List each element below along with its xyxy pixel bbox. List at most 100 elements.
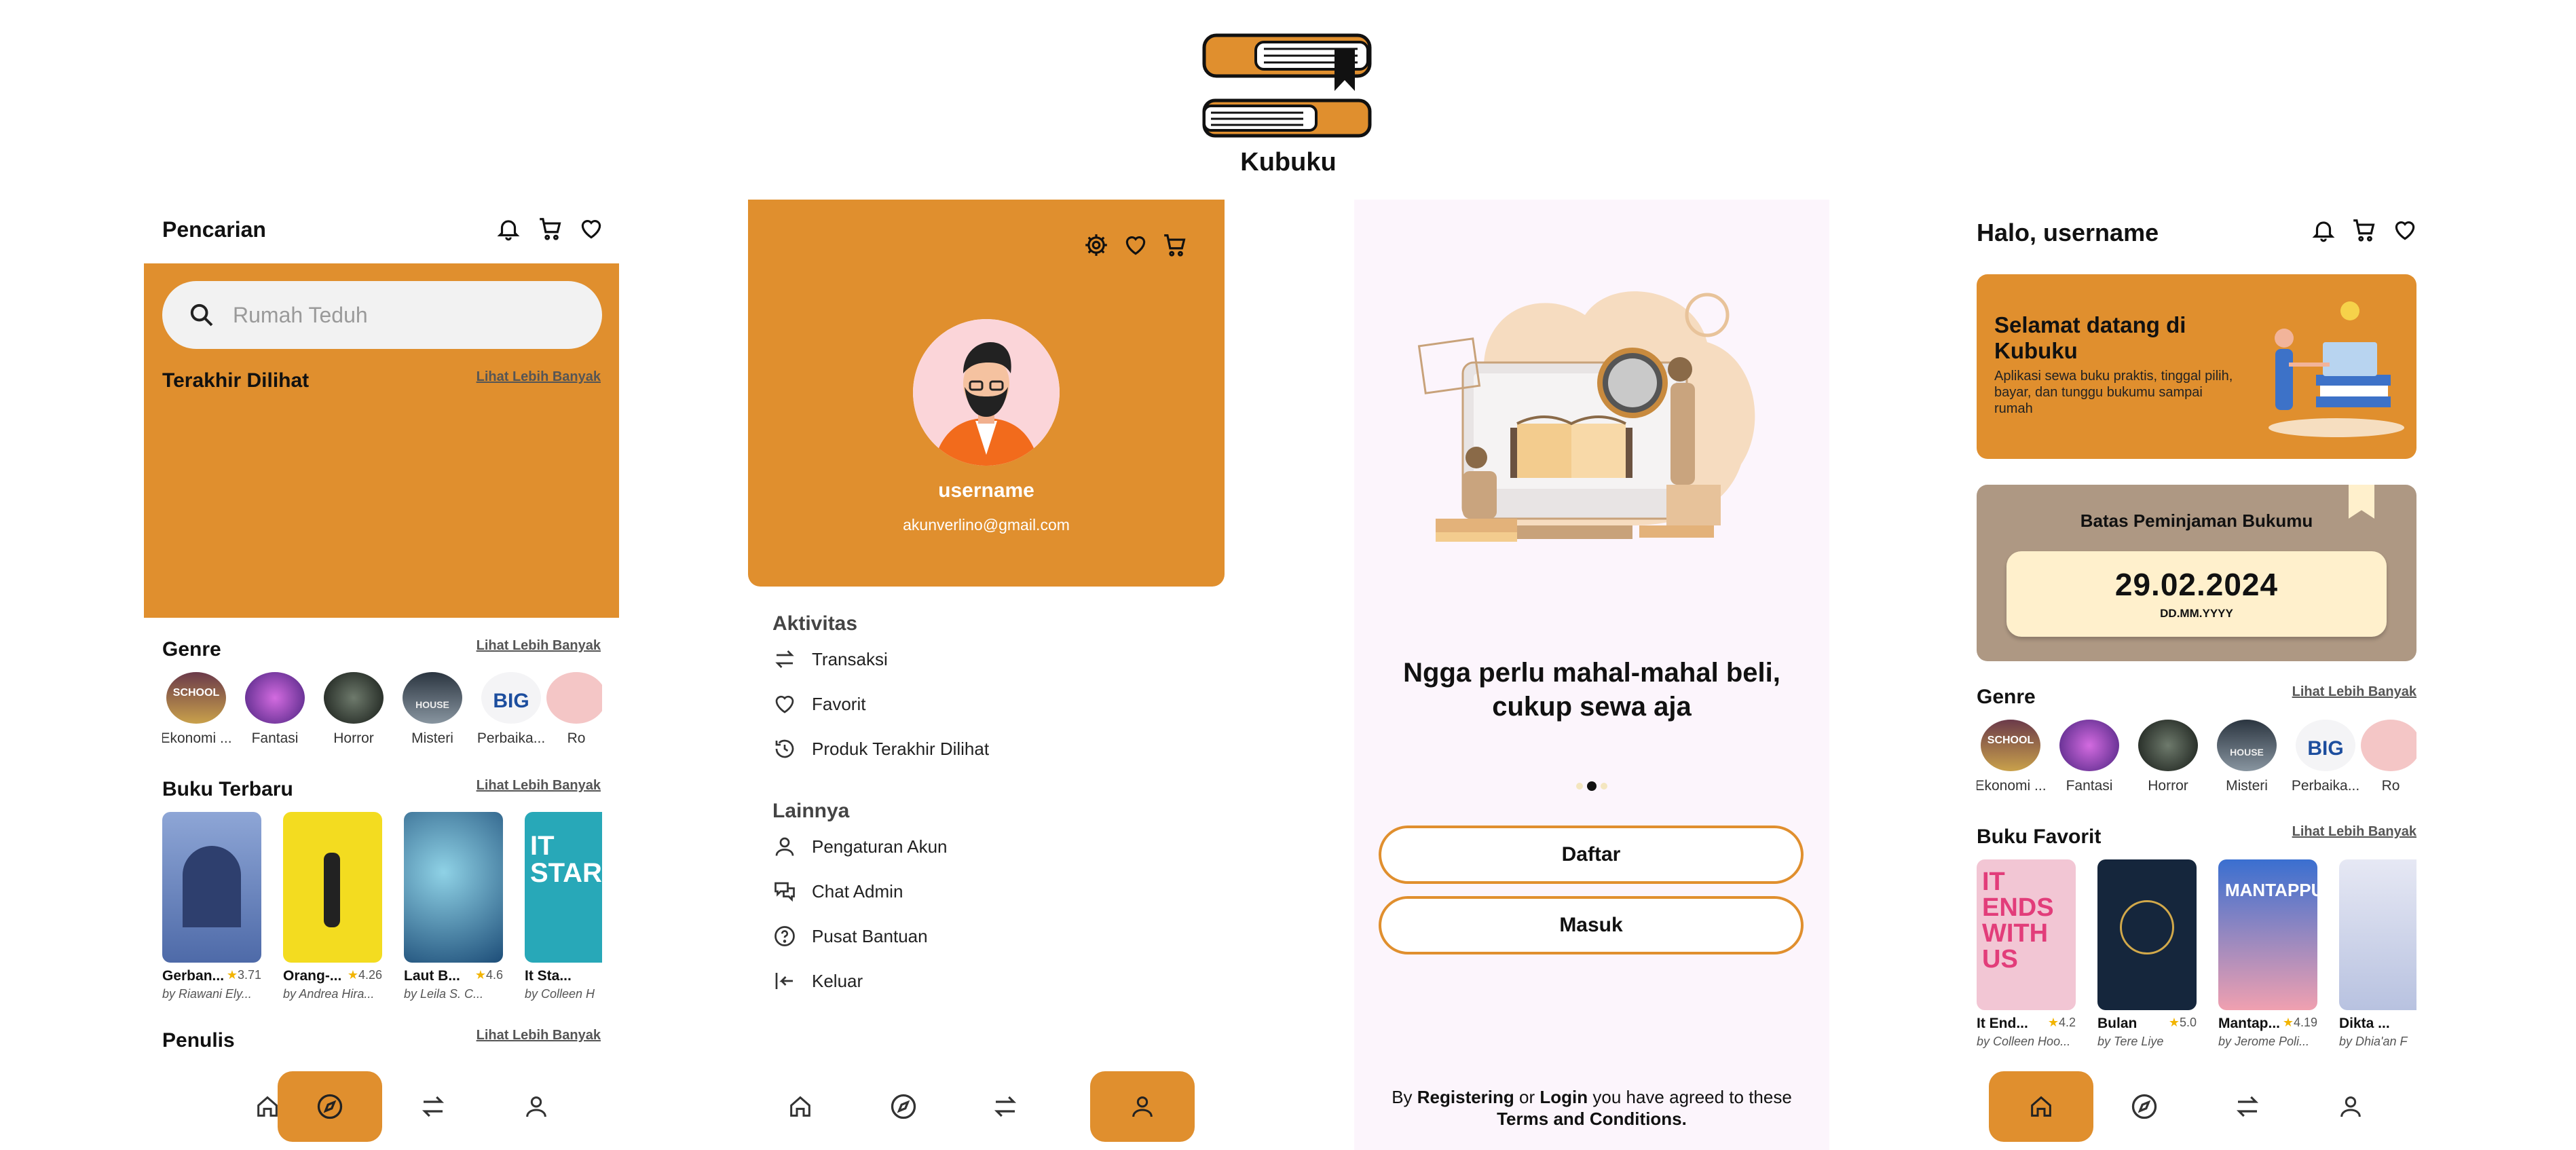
genre-thumb: BIG (481, 672, 541, 724)
cart-icon[interactable] (2351, 217, 2377, 243)
genre-label: Misteri (411, 730, 453, 746)
headline-line-2: cukup sewa aja (1492, 692, 1692, 722)
heart-icon[interactable] (2392, 217, 2418, 243)
genre-thumb: SCHOOL (1981, 720, 2040, 771)
genre-more-link[interactable]: Lihat Lebih Banyak (477, 638, 601, 654)
explore-icon[interactable] (2092, 1071, 2197, 1142)
profile-icon[interactable] (484, 1071, 589, 1142)
book-rating: 5.0 (2179, 1016, 2197, 1029)
bottom-nav (144, 1066, 619, 1142)
terms-login-link[interactable]: Login (1539, 1087, 1588, 1107)
book-author: by Riawani Ely... (162, 987, 252, 1001)
book-title: Mantap... (2218, 1016, 2281, 1031)
book-card[interactable]: Gerban... ★3.71 by Riawani Ely... (162, 812, 261, 1009)
book-title: It Sta... (525, 968, 572, 984)
menu-produk-terakhir[interactable]: Produk Terakhir Dilihat (772, 726, 1207, 771)
genre-item[interactable]: SCHOOL Ekonomi ... (1977, 720, 2047, 794)
profile-icon[interactable] (1090, 1071, 1195, 1142)
genre-item[interactable]: Ro (546, 672, 602, 747)
bell-icon[interactable] (2311, 217, 2336, 243)
writers-more-link[interactable]: Lihat Lebih Banyak (477, 1028, 601, 1043)
headline-line-1: Ngga perlu mahal-mahal beli, (1403, 658, 1780, 688)
genre-item[interactable]: HOUSE Misteri (2213, 720, 2281, 794)
register-button[interactable]: Daftar (1379, 826, 1804, 884)
book-card[interactable]: Orang-... ★4.26 by Andrea Hira... (283, 812, 382, 1009)
book-card[interactable]: Laut B... ★4.6 by Leila S. C... (404, 812, 503, 1009)
terms-conditions-link[interactable]: Terms and Conditions. (1497, 1109, 1687, 1129)
book-author: by Colleen Hoo... (1977, 1035, 2071, 1048)
book-card[interactable]: IT ENDS WITH US It End... ★4.2 by Colleen Ho… (1977, 859, 2076, 1056)
genre-item[interactable]: SCHOOL Ekonomi ... (162, 672, 232, 747)
menu-chat-admin[interactable]: Chat Admin (772, 869, 1207, 914)
recent-more-link[interactable]: Lihat Lebih Banyak (477, 369, 601, 385)
welcome-title-line-2: Kubuku (1994, 338, 2078, 363)
genre-label: Misteri (2226, 778, 2268, 794)
bell-icon[interactable] (496, 216, 521, 242)
book-card[interactable]: Bulan ★5.0 by Tere Liye (2097, 859, 2197, 1056)
explore-icon[interactable] (851, 1071, 956, 1142)
genre-item[interactable]: Ro (2361, 720, 2416, 794)
fav-books-more-link[interactable]: Lihat Lebih Banyak (2292, 824, 2416, 840)
search-input[interactable]: Rumah Teduh (233, 303, 368, 328)
heart-icon[interactable] (1123, 232, 1149, 258)
history-icon (772, 737, 797, 761)
explore-icon[interactable] (278, 1071, 382, 1142)
genre-item[interactable]: HOUSE Misteri (398, 672, 466, 747)
book-cover (404, 812, 503, 963)
logout-icon (772, 969, 797, 993)
fav-books-title: Buku Favorit (1977, 826, 2102, 848)
menu-label: Pusat Bantuan (812, 925, 928, 946)
search-screen: Pencarian Rumah Teduh Terakhir Dilihat L… (144, 204, 619, 1150)
bottom-nav (1962, 1066, 2437, 1142)
menu-transaksi[interactable]: Transaksi (772, 637, 1207, 682)
genre-item[interactable]: Horror (2134, 720, 2202, 794)
genre-thumb (324, 672, 384, 724)
login-button[interactable]: Masuk (1379, 896, 1804, 954)
activity-title: Aktivitas (772, 612, 858, 635)
home-icon[interactable] (748, 1071, 853, 1142)
recent-title: Terakhir Dilihat (162, 369, 310, 392)
profile-username: username (938, 479, 1034, 502)
menu-keluar[interactable]: Keluar (772, 959, 1207, 1003)
book-rating: 4.19 (2293, 1016, 2317, 1029)
home-icon[interactable] (1989, 1071, 2093, 1142)
menu-label: Favorit (812, 693, 866, 714)
genre-label: Fantasi (251, 730, 299, 746)
terms-registering-link[interactable]: Registering (1417, 1087, 1514, 1107)
genre-item[interactable]: Fantasi (2055, 720, 2123, 794)
genre-label: Ekonomi ... (1977, 778, 2047, 794)
menu-label: Keluar (812, 970, 863, 991)
search-icon (188, 301, 215, 329)
transfer-icon[interactable] (381, 1071, 485, 1142)
book-card[interactable]: Dikta ...★ by Dhia'an F (2339, 859, 2416, 1056)
genre-item[interactable]: BIG Perbaika... (2292, 720, 2359, 794)
genre-item[interactable]: BIG Perbaika... (477, 672, 545, 747)
other-section: Lainnya Pengaturan Akun Chat Admin Pusat… (772, 800, 1207, 1003)
genre-more-link[interactable]: Lihat Lebih Banyak (2292, 684, 2416, 700)
menu-favorit[interactable]: Favorit (772, 682, 1207, 726)
book-author: by Leila S. C... (404, 987, 484, 1001)
genre-item[interactable]: Fantasi (241, 672, 309, 747)
genre-item[interactable]: Horror (320, 672, 388, 747)
book-title: It End... (1977, 1016, 2028, 1031)
menu-pengaturan-akun[interactable]: Pengaturan Akun (772, 824, 1207, 869)
profile-email: akunverlino@gmail.com (903, 516, 1070, 534)
profile-screen: username akunverlino@gmail.com Aktivitas… (748, 200, 1225, 1150)
settings-icon[interactable] (1083, 232, 1109, 258)
heart-icon[interactable] (578, 216, 604, 242)
genre-list: SCHOOL Ekonomi ... Fantasi Horror HOUSE Mi… (162, 672, 602, 747)
menu-pusat-bantuan[interactable]: Pusat Bantuan (772, 914, 1207, 959)
new-books-more-link[interactable]: Lihat Lebih Banyak (477, 778, 601, 794)
cart-icon[interactable] (1162, 232, 1188, 258)
page-dot-active (1587, 781, 1597, 791)
cart-icon[interactable] (538, 216, 563, 242)
genre-list: SCHOOL Ekonomi ... Fantasi Horror HOUSE Mi… (1977, 720, 2416, 794)
transfer-icon[interactable] (953, 1071, 1058, 1142)
genre-label: Horror (2148, 778, 2188, 794)
book-card[interactable]: MANTAPPU Mantap... ★4.19 by Jerome Poli..… (2218, 859, 2317, 1056)
transfer-icon[interactable] (2195, 1071, 2300, 1142)
book-card[interactable]: ITSTART It Sta... by Colleen H (525, 812, 602, 1009)
book-cover (2097, 859, 2197, 1010)
search-bar[interactable]: Rumah Teduh (162, 281, 602, 349)
profile-icon[interactable] (2298, 1071, 2403, 1142)
